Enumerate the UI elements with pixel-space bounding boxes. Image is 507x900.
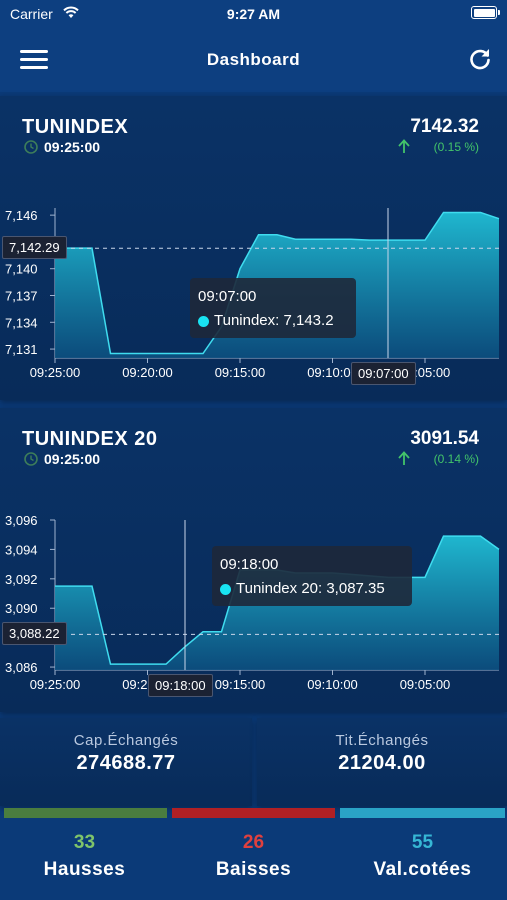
cap-echanges-label: Cap.Échangés xyxy=(73,732,179,749)
index-time: 09:25:00 xyxy=(44,139,101,155)
status-time: 9:27 AM xyxy=(226,6,281,22)
x-tick-label: 09:15:00 xyxy=(215,365,266,380)
index-name: TUNINDEX xyxy=(22,116,129,138)
x-tick-label: 09:05:00 xyxy=(400,677,451,692)
y-tick-label: 3,092 xyxy=(5,572,38,587)
index-value: 3091.54 xyxy=(410,428,479,449)
x-tick-label: 09:10:00 xyxy=(307,677,358,692)
y-tick-label: 3,090 xyxy=(5,601,38,616)
arrow-up-icon xyxy=(398,451,410,465)
cap-echanges-value: 274688.77 xyxy=(76,752,176,774)
arrow-up-icon xyxy=(398,139,410,153)
hausses-label: Hausses xyxy=(43,859,126,880)
tooltip-time: 09:07:00 xyxy=(198,288,257,305)
index-name: TUNINDEX 20 xyxy=(22,428,158,450)
tunindex-chart[interactable]: 7,1467,1437,1407,1377,1347,13109:25:0009… xyxy=(0,186,507,398)
y-tick-label: 7,140 xyxy=(5,262,38,277)
crosshair-time-badge: 09:07:00 xyxy=(351,362,416,385)
chart-tooltip: 09:07:00 Tunindex: 7,143.2 xyxy=(190,278,356,338)
clock-icon xyxy=(24,140,38,154)
x-tick-label: 09:20:00 xyxy=(122,365,173,380)
baisses-count: 26 xyxy=(242,832,265,853)
tunindex20-card[interactable]: TUNINDEX 20 09:25:00 3091.54 (0.14 %) 3,… xyxy=(0,408,507,712)
x-tick-label: 09:15:00 xyxy=(215,677,266,692)
status-bar: Carrier 9:27 AM xyxy=(0,0,507,28)
chart-tooltip: 09:18:00 Tunindex 20: 3,087.35 xyxy=(212,546,412,606)
battery-icon xyxy=(471,6,500,19)
y-tick-label: 3,086 xyxy=(5,660,38,675)
index-change: (0.14 %) xyxy=(433,452,479,466)
crosshair-value-badge: 3,088.22 xyxy=(2,622,67,646)
y-tick-label: 7,146 xyxy=(5,208,38,223)
valcotees-stat[interactable]: 55 Val.cotées xyxy=(338,822,507,900)
tit-echanges-box: Tit.Échangés 21204.00 xyxy=(257,718,507,806)
tooltip-value: Tunindex 20: 3,087.35 xyxy=(236,580,385,597)
page-title: Dashboard xyxy=(206,50,301,69)
market-breadth: 33 Hausses 26 Baisses 55 Val.cotées xyxy=(0,822,507,900)
y-tick-label: 7,137 xyxy=(5,289,38,304)
crosshair-time-badge: 09:18:00 xyxy=(148,674,213,697)
tooltip-time: 09:18:00 xyxy=(220,556,279,573)
breadth-bars xyxy=(0,808,507,820)
y-tick-label: 7,131 xyxy=(5,342,38,357)
cap-echanges-box: Cap.Échangés 274688.77 xyxy=(0,718,252,806)
valcotees-count: 55 xyxy=(411,832,434,853)
index-time: 09:25:00 xyxy=(44,451,101,467)
x-tick-label: 09:25:00 xyxy=(30,677,81,692)
series-dot-icon xyxy=(220,584,231,595)
tit-echanges-value: 21204.00 xyxy=(338,752,426,774)
tooltip-value: Tunindex: 7,143.2 xyxy=(214,312,334,329)
market-stats: Cap.Échangés 274688.77 Tit.Échangés 2120… xyxy=(0,718,507,806)
valcotees-label: Val.cotées xyxy=(373,859,472,880)
refresh-icon[interactable] xyxy=(467,46,493,72)
clock-icon xyxy=(24,452,38,466)
tunindex-card[interactable]: TUNINDEX 09:25:00 7142.32 (0.15 %) 7,146… xyxy=(0,96,507,400)
baisses-stat[interactable]: 26 Baisses xyxy=(169,822,338,900)
hausses-stat[interactable]: 33 Hausses xyxy=(0,822,169,900)
hausses-count: 33 xyxy=(73,832,96,853)
series-dot-icon xyxy=(198,316,209,327)
crosshair-value-badge: 7,142.29 xyxy=(2,236,67,260)
valcotees-bar xyxy=(340,808,505,818)
index-value: 7142.32 xyxy=(410,116,479,137)
baisses-label: Baisses xyxy=(215,859,292,880)
x-tick-label: 09:25:00 xyxy=(30,365,81,380)
hausses-bar xyxy=(4,808,167,818)
tit-echanges-label: Tit.Échangés xyxy=(335,732,429,749)
y-tick-label: 3,096 xyxy=(5,513,38,528)
baisses-bar xyxy=(172,808,335,818)
y-tick-label: 7,134 xyxy=(5,315,38,330)
nav-bar: Dashboard xyxy=(0,28,507,92)
y-tick-label: 3,094 xyxy=(5,542,38,557)
index-change: (0.15 %) xyxy=(433,140,479,154)
tunindex20-chart[interactable]: 3,0963,0943,0923,0903,0883,08609:25:0009… xyxy=(0,498,507,710)
